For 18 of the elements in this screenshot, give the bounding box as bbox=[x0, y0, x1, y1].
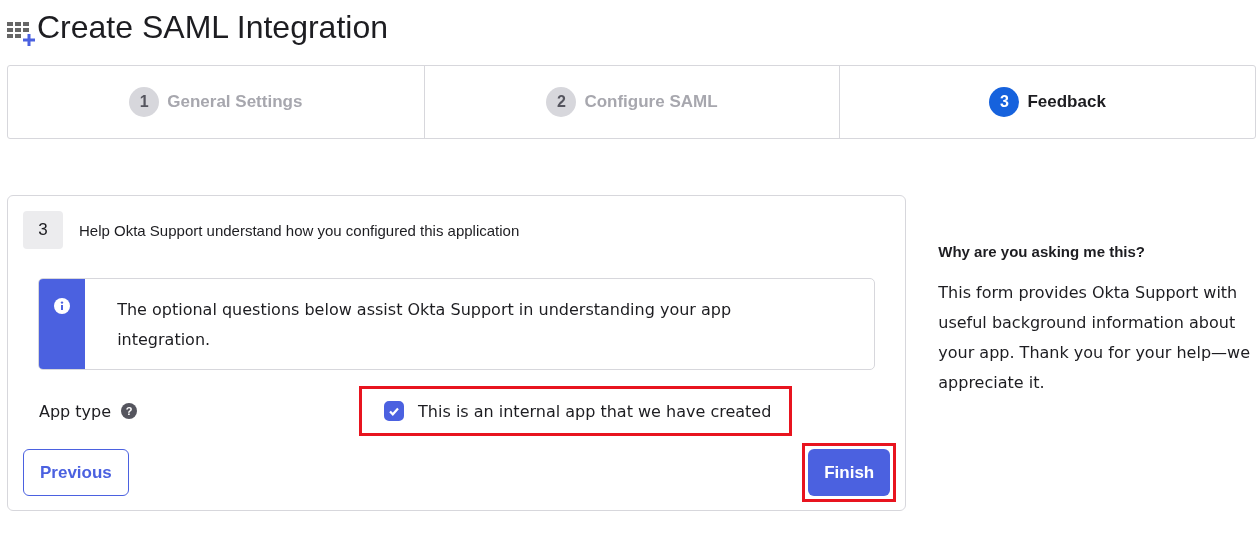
wizard-step[interactable]: 2 Configure SAML bbox=[423, 66, 840, 138]
previous-button[interactable]: Previous bbox=[23, 449, 129, 496]
help-icon[interactable]: ? bbox=[121, 403, 138, 419]
info-icon bbox=[54, 298, 71, 314]
step-number: 1 bbox=[129, 87, 160, 117]
add-app-grid-icon bbox=[7, 20, 35, 46]
info-text: The optional questions below assist Okta Support in understanding your app integration. bbox=[116, 299, 733, 351]
help-heading: Why are you asking me this? bbox=[938, 243, 1146, 260]
section-number: 3 bbox=[23, 211, 63, 249]
section-heading: Help Okta Support understand how you configured this application bbox=[79, 221, 520, 239]
finish-button[interactable]: Finish bbox=[808, 449, 891, 496]
wizard-step[interactable]: 3 Feedback bbox=[839, 66, 1255, 138]
page-title: Create SAML Integration bbox=[37, 9, 388, 46]
step-number: 2 bbox=[546, 87, 577, 117]
help-text: This form provides Okta Support with useful background information about your app. Thank you for your help—we appreciate it. bbox=[938, 282, 1251, 394]
wizard-step[interactable]: 1 General Settings bbox=[8, 66, 424, 138]
step-number: 3 bbox=[989, 87, 1020, 117]
field-label: App type bbox=[39, 401, 112, 421]
